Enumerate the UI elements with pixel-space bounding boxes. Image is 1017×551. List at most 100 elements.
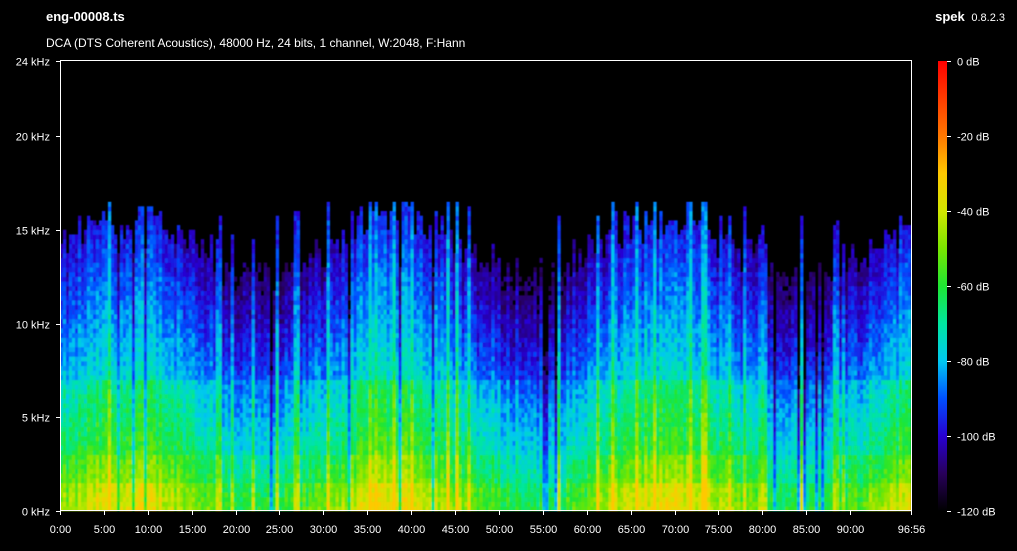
spectrogram-cell: [239, 337, 244, 343]
spectrogram-cell: [158, 478, 163, 484]
spectrogram-cell: [116, 398, 121, 404]
spectrogram-cell: [68, 468, 73, 474]
spectrogram-cell: [173, 323, 178, 329]
spectrogram-cell: [215, 379, 220, 385]
spectrogram-cell: [68, 295, 73, 301]
spectrogram-cell: [134, 262, 139, 268]
spectrogram-cell: [158, 229, 163, 235]
spectrogram-cell: [254, 323, 259, 329]
spectrogram-cell: [272, 389, 277, 395]
spectrogram-cell: [164, 431, 169, 437]
spectrogram-cell: [290, 417, 295, 423]
spectrogram-cell: [272, 318, 277, 324]
spectrogram-cell: [149, 351, 154, 357]
spectrogram-cell: [287, 473, 292, 479]
spectrogram-cell: [92, 332, 97, 338]
spectrogram-cell: [239, 496, 244, 502]
spectrogram-cell: [182, 426, 187, 432]
spectrogram-cell: [71, 468, 76, 474]
spectrogram-cell: [251, 323, 256, 329]
spectrogram-cell: [302, 384, 307, 390]
spectrogram-cell: [269, 487, 274, 493]
spectrogram-cell: [290, 379, 295, 385]
spectrogram-cell: [302, 290, 307, 296]
spectrogram-cell: [137, 342, 142, 348]
spectrogram-cell: [296, 361, 301, 367]
spectrogram-cell: [155, 332, 160, 338]
spectrogram-cell: [203, 365, 208, 371]
spectrogram-cell: [170, 290, 175, 296]
spectrogram-cell: [179, 501, 184, 507]
spectrogram-cell: [104, 361, 109, 367]
spectrogram-cell: [140, 482, 145, 488]
spectrogram-cell: [254, 482, 259, 488]
spectrogram-cell: [119, 398, 124, 404]
spectrogram-cell: [218, 417, 223, 423]
spectrogram-cell: [215, 337, 220, 343]
spectrogram-cell: [137, 346, 142, 352]
spectrogram-cell: [194, 464, 199, 470]
spectrogram-cell: [83, 464, 88, 470]
spectrogram-cell: [110, 323, 115, 329]
spectrogram-cell: [182, 271, 187, 277]
spectrogram-cell: [128, 478, 133, 484]
spectrogram-cell: [98, 286, 103, 292]
spectrogram-cell: [173, 379, 178, 385]
spectrogram-cell: [164, 229, 169, 235]
spectrogram-cell: [119, 464, 124, 470]
spectrogram-cell: [122, 281, 127, 287]
spectrogram-cell: [242, 403, 247, 409]
spectrogram-cell: [68, 361, 73, 367]
spectrogram-cell: [107, 375, 112, 381]
spectrogram-cell: [260, 356, 265, 362]
spectrogram-cell: [209, 431, 214, 437]
spectrogram-cell: [275, 229, 280, 235]
spectrogram-cell: [65, 393, 70, 399]
spectrogram-cell: [314, 370, 319, 376]
spectrogram-cell: [89, 487, 94, 493]
spectrogram-cell: [203, 253, 208, 259]
spectrogram-cell: [77, 473, 82, 479]
spectrogram-cell: [266, 468, 271, 474]
spectrogram-cell: [95, 356, 100, 362]
spectrogram-cell: [203, 300, 208, 306]
spectrogram-cell: [98, 234, 103, 240]
spectrogram-cell: [95, 426, 100, 432]
spectrogram-cell: [140, 346, 145, 352]
spectrogram-cell: [131, 421, 136, 427]
spectrogram-cell: [173, 417, 178, 423]
spectrogram-cell: [248, 365, 253, 371]
spectrogram-cell: [134, 478, 139, 484]
spectrogram-cell: [293, 351, 298, 357]
spectrogram-cell: [164, 323, 169, 329]
spectrogram-cell: [140, 370, 145, 376]
spectrogram-cell: [80, 243, 85, 249]
spectrogram-cell: [179, 243, 184, 249]
spectrogram-cell: [161, 412, 166, 418]
spectrogram-cell: [308, 318, 313, 324]
spectrogram-cell: [209, 436, 214, 442]
spectrogram-cell: [320, 426, 325, 432]
spectrogram-cell: [284, 332, 289, 338]
spectrogram-cell: [140, 361, 145, 367]
spectrogram-cell: [284, 412, 289, 418]
spectrogram-cell: [80, 375, 85, 381]
spectrogram-cell: [176, 243, 181, 249]
spectrogram-cell: [68, 356, 73, 362]
spectrogram-cell: [134, 393, 139, 399]
spectrogram-cell: [110, 426, 115, 432]
spectrogram-cell: [95, 389, 100, 395]
spectrogram-cell: [80, 304, 85, 310]
spectrogram-cell: [284, 393, 289, 399]
spectrogram-cell: [245, 267, 250, 273]
spectrogram-cell: [146, 459, 151, 465]
spectrogram-cell: [233, 421, 238, 427]
spectrogram-cell: [200, 309, 205, 315]
spectrogram-cell: [272, 398, 277, 404]
spectrogram-cell: [113, 492, 118, 498]
spectrogram-cell: [170, 342, 175, 348]
spectrogram-cell: [221, 351, 226, 357]
spectrogram-cell: [254, 487, 259, 493]
spectrogram-cell: [188, 473, 193, 479]
spectrogram-cell: [152, 267, 157, 273]
